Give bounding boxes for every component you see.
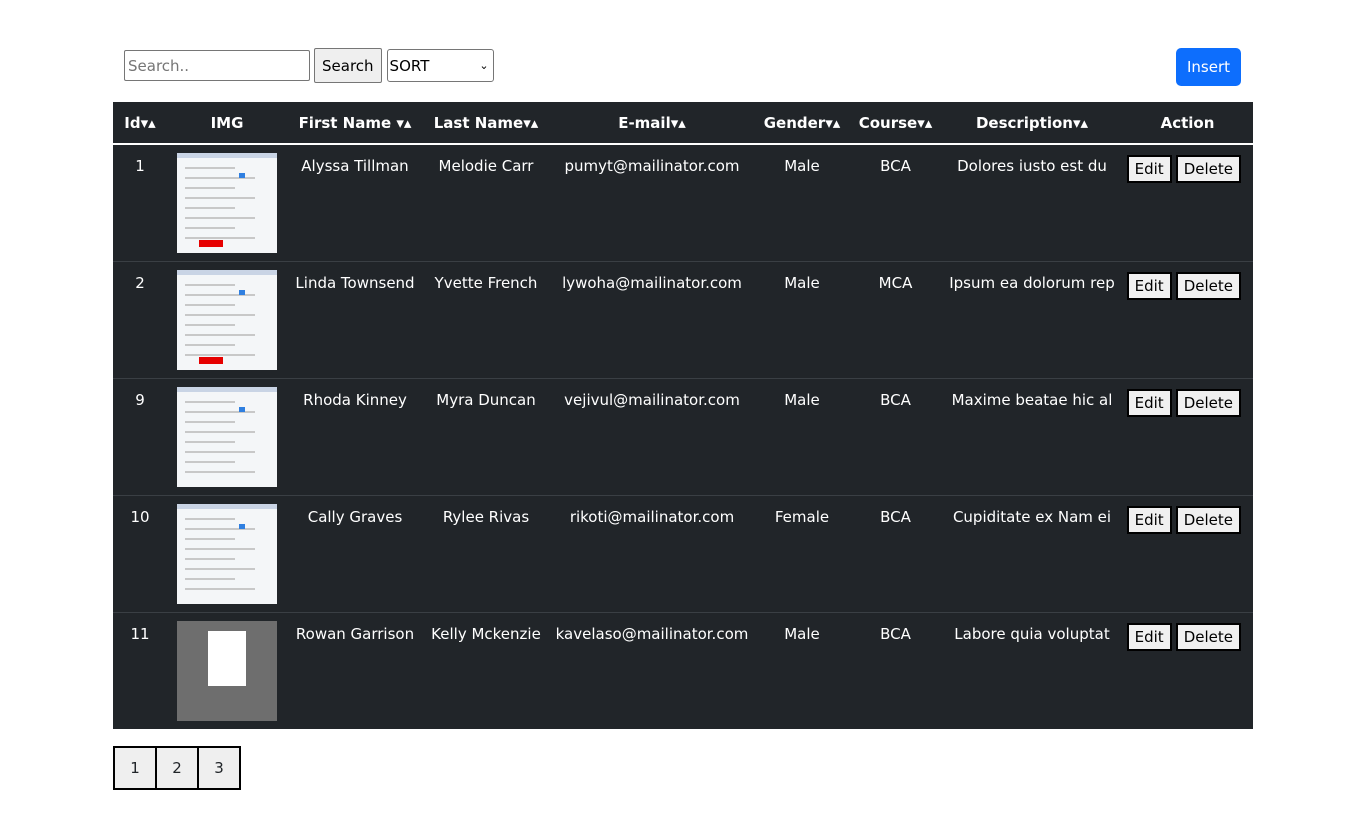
header-description[interactable]: Description▾▴ [942, 114, 1122, 132]
cell-img [167, 145, 287, 261]
cell-course: BCA [880, 157, 911, 175]
cell-gender: Male [784, 391, 820, 409]
cell-img [167, 262, 287, 378]
edit-button[interactable]: Edit [1126, 389, 1172, 417]
table-header: Id▾▴ IMG First Name ▾▴ Last Name▾▴ E-mai… [113, 102, 1253, 145]
pagination: 123 [113, 746, 241, 790]
insert-button[interactable]: Insert [1176, 48, 1241, 86]
cell-last-name: Rylee Rivas [442, 508, 530, 526]
delete-button[interactable]: Delete [1175, 623, 1241, 651]
cell-last-name: Myra Duncan [436, 391, 536, 409]
thumbnail-image [177, 621, 277, 721]
cell-action: Edit Delete [1122, 379, 1253, 495]
cell-email: rikoti@mailinator.com [569, 508, 735, 526]
thumbnail-image [177, 504, 277, 604]
header-gender[interactable]: Gender▾▴ [755, 114, 849, 132]
edit-button[interactable]: Edit [1126, 506, 1172, 534]
thumbnail-image [177, 153, 277, 253]
cell-course: BCA [880, 391, 911, 409]
page-button-3[interactable]: 3 [197, 746, 241, 790]
cell-gender: Female [774, 508, 830, 526]
table-row: 1 Alyssa Tillman Melodie Carr pumyt@mailina… [113, 145, 1253, 262]
cell-last-name: Yvette French [434, 274, 538, 292]
table-row: 9 Rhoda Kinney Myra Duncan vejivul@mailinat… [113, 379, 1253, 496]
table-row: 10 Cally Graves Rylee Rivas rikoti@mailinat… [113, 496, 1253, 613]
table-row: 11 Rowan Garrison Kelly Mckenzie kavelaso@m… [113, 613, 1253, 729]
cell-description: Dolores iusto est du [957, 157, 1107, 175]
edit-button[interactable]: Edit [1126, 272, 1172, 300]
cell-first-name: Rowan Garrison [295, 625, 415, 643]
cell-gender: Male [784, 274, 820, 292]
cell-last-name: Melodie Carr [438, 157, 534, 175]
delete-button[interactable]: Delete [1175, 389, 1241, 417]
table-row: 2 Linda Townsend Yvette French lywoha@maili… [113, 262, 1253, 379]
delete-button[interactable]: Delete [1175, 272, 1241, 300]
cell-first-name: Alyssa Tillman [301, 157, 409, 175]
page-button-2[interactable]: 2 [155, 746, 199, 790]
cell-course: MCA [878, 274, 913, 292]
students-table: Id▾▴ IMG First Name ▾▴ Last Name▾▴ E-mai… [113, 102, 1253, 729]
cell-img [167, 613, 287, 729]
header-email[interactable]: E-mail▾▴ [549, 114, 755, 132]
thumbnail-image [177, 387, 277, 487]
header-id[interactable]: Id▾▴ [113, 114, 167, 132]
delete-button[interactable]: Delete [1175, 506, 1241, 534]
cell-email: kavelaso@mailinator.com [555, 625, 749, 643]
cell-img [167, 379, 287, 495]
cell-id: 9 [135, 391, 145, 409]
cell-first-name: Rhoda Kinney [303, 391, 407, 409]
cell-gender: Male [784, 625, 820, 643]
search-button[interactable]: Search [314, 48, 382, 83]
header-first-name[interactable]: First Name ▾▴ [287, 114, 423, 132]
sort-select-value: SORT [389, 56, 430, 75]
cell-action: Edit Delete [1122, 496, 1253, 612]
toolbar: Search SORT ⌄ [124, 48, 494, 83]
cell-description: Cupiditate ex Nam ei [952, 508, 1112, 526]
table-body: 1 Alyssa Tillman Melodie Carr pumyt@mailina… [113, 145, 1253, 729]
cell-first-name: Cally Graves [307, 508, 403, 526]
cell-gender: Male [784, 157, 820, 175]
cell-action: Edit Delete [1122, 613, 1253, 729]
header-last-name[interactable]: Last Name▾▴ [423, 114, 549, 132]
search-input[interactable] [124, 50, 310, 81]
header-action: Action [1160, 113, 1215, 132]
header-course[interactable]: Course▾▴ [849, 114, 942, 132]
thumbnail-image [177, 270, 277, 370]
edit-button[interactable]: Edit [1126, 155, 1172, 183]
cell-last-name: Kelly Mckenzie [431, 625, 541, 643]
delete-button[interactable]: Delete [1175, 155, 1241, 183]
cell-action: Edit Delete [1122, 262, 1253, 378]
cell-course: BCA [880, 625, 911, 643]
cell-email: lywoha@mailinator.com [562, 274, 742, 292]
cell-email: pumyt@mailinator.com [564, 157, 740, 175]
cell-id: 10 [130, 508, 150, 526]
header-img: IMG [210, 113, 244, 132]
sort-select[interactable]: SORT ⌄ [386, 49, 494, 82]
cell-description: Maxime beatae hic al [951, 391, 1113, 409]
cell-img [167, 496, 287, 612]
cell-id: 11 [130, 625, 150, 643]
cell-id: 2 [135, 274, 145, 292]
cell-first-name: Linda Townsend [295, 274, 415, 292]
page-button-1[interactable]: 1 [113, 746, 157, 790]
cell-email: vejivul@mailinator.com [564, 391, 740, 409]
cell-description: Labore quia voluptat [954, 625, 1110, 643]
cell-course: BCA [880, 508, 911, 526]
edit-button[interactable]: Edit [1126, 623, 1172, 651]
cell-action: Edit Delete [1122, 145, 1253, 261]
cell-description: Ipsum ea dolorum rep [949, 274, 1115, 292]
chevron-down-icon: ⌄ [479, 59, 489, 72]
cell-id: 1 [135, 157, 145, 175]
